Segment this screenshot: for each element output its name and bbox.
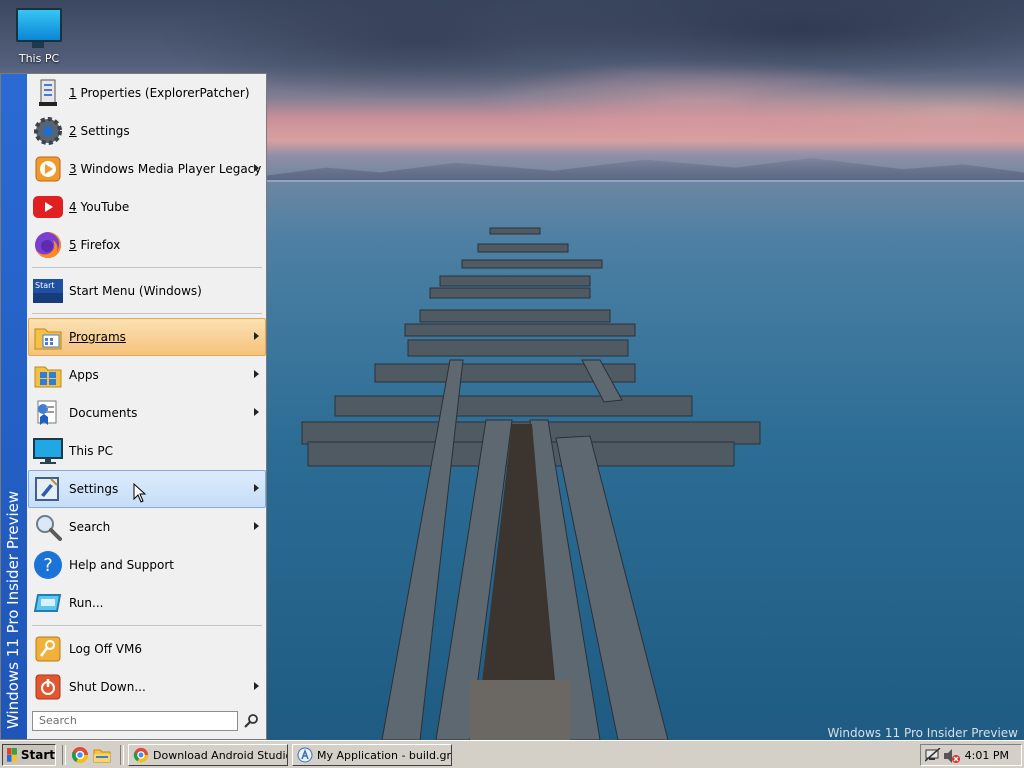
start-menu-tile-icon: Start bbox=[33, 276, 63, 306]
menu-item-programs[interactable]: Programs bbox=[28, 318, 266, 356]
start-button[interactable]: Start bbox=[2, 744, 56, 766]
start-search-input[interactable]: Search bbox=[32, 711, 238, 731]
menu-item-settings[interactable]: Settings bbox=[28, 470, 266, 508]
recent-item-label: Settings bbox=[76, 124, 130, 138]
menu-separator bbox=[32, 625, 262, 626]
chrome-icon[interactable] bbox=[71, 746, 89, 764]
menu-item-help-and-support[interactable]: ? Help and Support bbox=[28, 546, 266, 584]
menu-item-label: Apps bbox=[69, 368, 99, 382]
menu-item-label: Settings bbox=[69, 482, 119, 496]
file-explorer-icon[interactable] bbox=[93, 746, 111, 764]
recent-item-number: 2 bbox=[69, 124, 77, 138]
desktop-icon-this-pc[interactable]: This PC bbox=[10, 8, 68, 65]
menu-item-shut-down[interactable]: Shut Down... bbox=[28, 668, 266, 706]
log-off-icon bbox=[33, 634, 63, 664]
windows-flag-icon bbox=[7, 748, 17, 762]
menu-item-search[interactable]: Search bbox=[28, 508, 266, 546]
recent-item-number: 1 bbox=[69, 86, 77, 100]
start-menu-items: 1 Properties (ExplorerPatcher) 2 Setting… bbox=[28, 74, 266, 706]
youtube-icon bbox=[33, 192, 63, 222]
this-pc-icon bbox=[33, 436, 63, 466]
settings-icon bbox=[33, 474, 63, 504]
clock[interactable]: 4:01 PM bbox=[965, 749, 1009, 762]
menu-item-label: Shut Down... bbox=[69, 680, 146, 694]
recent-item-media-player[interactable]: 3 Windows Media Player Legacy bbox=[28, 150, 266, 188]
submenu-arrow-icon bbox=[254, 484, 259, 492]
recent-item-label: Firefox bbox=[76, 238, 121, 252]
menu-item-label: Run... bbox=[69, 596, 104, 610]
menu-item-this-pc[interactable]: This PC bbox=[28, 432, 266, 470]
help-icon: ? bbox=[33, 550, 63, 580]
menu-item-apps[interactable]: Apps bbox=[28, 356, 266, 394]
menu-separator bbox=[32, 313, 262, 314]
mouse-pointer-icon bbox=[133, 483, 147, 503]
properties-icon bbox=[33, 78, 63, 108]
menu-item-label: This PC bbox=[69, 444, 113, 458]
svg-text:?: ? bbox=[43, 555, 53, 576]
recent-item-number: 5 bbox=[69, 238, 77, 252]
taskbar: Start Download Android Studio... My Appl… bbox=[0, 740, 1024, 768]
this-pc-icon bbox=[16, 8, 62, 48]
menu-separator bbox=[32, 267, 262, 268]
network-disconnected-icon[interactable] bbox=[925, 748, 941, 762]
recent-item-label: Windows Media Player Legacy bbox=[76, 162, 262, 176]
run-icon bbox=[33, 588, 63, 618]
firefox-icon bbox=[33, 230, 63, 260]
pinned-item-start-menu-windows[interactable]: Start Start Menu (Windows) bbox=[28, 272, 266, 310]
search-glass-icon[interactable] bbox=[244, 713, 260, 729]
task-label: Download Android Studio... bbox=[153, 748, 288, 762]
taskbar-button-chrome[interactable]: Download Android Studio... bbox=[128, 744, 288, 766]
menu-item-label: Documents bbox=[69, 406, 138, 420]
submenu-arrow-icon bbox=[254, 332, 259, 340]
desktop-icon-label: This PC bbox=[18, 52, 60, 65]
start-search: Search bbox=[32, 710, 262, 732]
submenu-arrow-icon bbox=[254, 164, 259, 172]
menu-item-label: Programs bbox=[69, 330, 126, 344]
system-tray: 4:01 PM bbox=[920, 744, 1022, 766]
recent-item-number: 4 bbox=[69, 200, 77, 214]
recent-item-firefox[interactable]: 5 Firefox bbox=[28, 226, 266, 264]
recent-item-youtube[interactable]: 4 YouTube bbox=[28, 188, 266, 226]
pinned-item-label: Start Menu (Windows) bbox=[69, 284, 202, 298]
submenu-arrow-icon bbox=[254, 682, 259, 690]
submenu-arrow-icon bbox=[254, 370, 259, 378]
programs-icon bbox=[33, 322, 63, 352]
recent-item-number: 3 bbox=[69, 162, 77, 176]
taskbar-divider bbox=[120, 745, 124, 765]
android-studio-icon bbox=[297, 747, 313, 763]
recent-item-label: YouTube bbox=[76, 200, 130, 214]
start-menu-banner: Windows 11 Pro Insider Preview bbox=[1, 74, 27, 739]
task-label: My Application - build.grad... bbox=[317, 748, 451, 762]
start-menu: Windows 11 Pro Insider Preview 1 Propert… bbox=[0, 73, 267, 740]
menu-item-label: Search bbox=[69, 520, 111, 534]
recent-item-properties[interactable]: 1 Properties (ExplorerPatcher) bbox=[28, 74, 266, 112]
menu-item-label: Help and Support bbox=[69, 558, 174, 572]
recent-item-settings[interactable]: 2 Settings bbox=[28, 112, 266, 150]
menu-item-run[interactable]: Run... bbox=[28, 584, 266, 622]
distant-mountains bbox=[266, 158, 1024, 182]
shut-down-icon bbox=[33, 672, 63, 702]
submenu-arrow-icon bbox=[254, 522, 259, 530]
taskbar-divider bbox=[62, 745, 66, 765]
menu-item-documents[interactable]: Documents bbox=[28, 394, 266, 432]
start-tile-text: Start bbox=[35, 281, 55, 290]
menu-item-label: Log Off VM6 bbox=[69, 642, 142, 656]
apps-icon bbox=[33, 360, 63, 390]
banner-text: Windows 11 Pro Insider Preview bbox=[4, 490, 22, 729]
horizon-line bbox=[266, 180, 1024, 182]
os-watermark: Windows 11 Pro Insider Preview bbox=[827, 726, 1018, 740]
documents-icon bbox=[33, 398, 63, 428]
taskbar-button-android-studio[interactable]: My Application - build.grad... bbox=[292, 744, 452, 766]
menu-item-log-off[interactable]: Log Off VM6 bbox=[28, 630, 266, 668]
volume-muted-icon[interactable] bbox=[943, 748, 961, 764]
recent-item-label: Properties (ExplorerPatcher) bbox=[76, 86, 250, 100]
start-button-label: Start bbox=[20, 748, 55, 762]
submenu-arrow-icon bbox=[254, 408, 259, 416]
settings-gear-icon bbox=[33, 116, 63, 146]
chrome-icon bbox=[133, 747, 149, 763]
search-icon bbox=[33, 512, 63, 542]
media-player-icon bbox=[33, 154, 63, 184]
